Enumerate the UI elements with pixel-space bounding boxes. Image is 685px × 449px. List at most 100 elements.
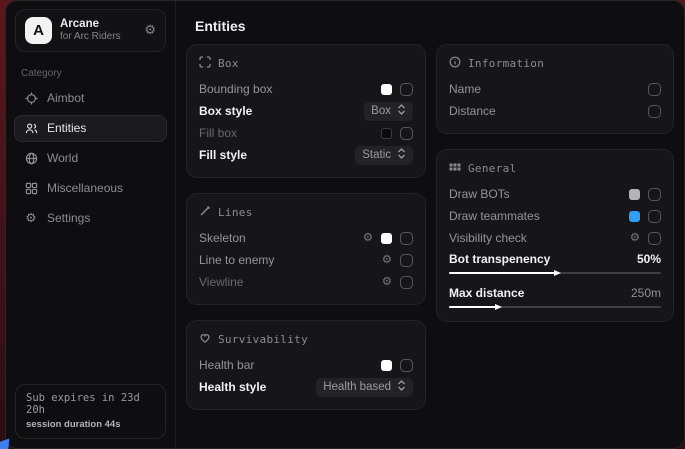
fill-box-checkbox[interactable] (400, 127, 413, 140)
category-label: Category (21, 68, 175, 79)
grid-icon (24, 181, 38, 195)
fill-box-row: Fill box (199, 122, 413, 144)
bot-transparency-row: Bot transpenency 50% (449, 249, 661, 268)
users-icon (24, 121, 38, 135)
gear-icon[interactable]: ⚙ (363, 232, 373, 244)
visibility-check-checkbox[interactable] (648, 232, 661, 245)
panel-title: Survivability (218, 333, 308, 346)
chevrons-up-down-icon (397, 104, 406, 118)
row-label: Viewline (199, 275, 243, 289)
sidebar-item-label: Aimbot (47, 91, 84, 105)
gear-icon: ⚙ (24, 211, 38, 225)
row-label: Skeleton (199, 231, 246, 245)
gear-icon[interactable]: ⚙ (630, 232, 640, 244)
gear-icon[interactable]: ⚙ (144, 23, 156, 38)
max-distance-row: Max distance 250m (449, 283, 661, 302)
sidebar: A Arcane for Arc Riders ⚙ Category Aimbo… (6, 1, 176, 448)
brand-subtitle: for Arc Riders (60, 31, 136, 44)
fill-style-row: Fill style Static (199, 144, 413, 166)
color-swatch[interactable] (381, 128, 392, 139)
row-label: Fill box (199, 126, 237, 140)
page-title: Entities (195, 18, 684, 34)
color-swatch[interactable] (381, 233, 392, 244)
globe-icon (24, 151, 38, 165)
sidebar-item-label: Miscellaneous (47, 181, 123, 195)
color-swatch[interactable] (629, 189, 640, 200)
max-distance-value: 250m (631, 286, 661, 300)
sidebar-item-settings[interactable]: ⚙ Settings (14, 205, 167, 232)
gear-icon[interactable]: ⚙ (382, 276, 392, 288)
health-bar-checkbox[interactable] (400, 359, 413, 372)
dots-grid-icon (449, 161, 461, 176)
chevrons-up-down-icon (397, 380, 406, 394)
sidebar-item-label: Settings (47, 211, 90, 225)
diagonal-line-icon (199, 205, 211, 220)
box-panel: Box Bounding box Box style Box (186, 44, 426, 178)
row-label: Health style (199, 380, 266, 394)
slider-handle[interactable] (554, 270, 561, 276)
crosshair-icon (24, 91, 38, 105)
heart-icon (199, 332, 211, 347)
fill-style-dropdown[interactable]: Static (355, 146, 413, 165)
main-content: Entities Box Bounding box (176, 1, 684, 448)
sidebar-item-aimbot[interactable]: Aimbot (14, 85, 167, 112)
skeleton-checkbox[interactable] (400, 232, 413, 245)
color-swatch[interactable] (629, 211, 640, 222)
bounding-box-row: Bounding box (199, 78, 413, 100)
info-icon (449, 56, 461, 71)
brand-name: Arcane (60, 17, 136, 31)
health-style-dropdown[interactable]: Health based (316, 378, 413, 397)
bot-transparency-slider[interactable] (449, 272, 661, 274)
draw-bots-checkbox[interactable] (648, 188, 661, 201)
bounding-box-checkbox[interactable] (400, 83, 413, 96)
color-swatch[interactable] (381, 84, 392, 95)
box-corners-icon (199, 56, 211, 71)
row-label: Health bar (199, 358, 254, 372)
subscription-status-card: Sub expires in 23d 20h session duration … (15, 384, 166, 439)
panel-title: General (468, 162, 516, 175)
arcane-menu-window: A Arcane for Arc Riders ⚙ Category Aimbo… (5, 0, 685, 449)
sidebar-item-world[interactable]: World (14, 145, 167, 172)
brand-card: A Arcane for Arc Riders ⚙ (15, 9, 166, 52)
survivability-panel: Survivability Health bar Health style He… (186, 320, 426, 410)
row-label: Draw BOTs (449, 187, 510, 201)
distance-row: Distance (449, 100, 661, 122)
gear-icon[interactable]: ⚙ (382, 254, 392, 266)
draw-teammates-row: Draw teammates (449, 205, 661, 227)
viewline-row: Viewline ⚙ (199, 271, 413, 293)
line-to-enemy-checkbox[interactable] (400, 254, 413, 267)
row-label: Box style (199, 104, 252, 118)
information-panel: Information Name Distance (436, 44, 674, 134)
general-panel: General Draw BOTs Draw teammates (436, 149, 674, 322)
health-bar-row: Health bar (199, 354, 413, 376)
sidebar-nav: Aimbot Entities World Miscellaneous (6, 83, 175, 233)
viewline-checkbox[interactable] (400, 276, 413, 289)
health-style-row: Health style Health based (199, 376, 413, 398)
skeleton-row: Skeleton ⚙ (199, 227, 413, 249)
draw-teammates-checkbox[interactable] (648, 210, 661, 223)
row-label: Max distance (449, 286, 524, 300)
panel-title: Information (468, 57, 544, 70)
bot-transparency-value: 50% (637, 252, 661, 266)
sidebar-item-miscellaneous[interactable]: Miscellaneous (14, 175, 167, 202)
visibility-check-row: Visibility check ⚙ (449, 227, 661, 249)
name-checkbox[interactable] (648, 83, 661, 96)
color-swatch[interactable] (381, 360, 392, 371)
row-label: Visibility check (449, 231, 527, 245)
chevrons-up-down-icon (397, 148, 406, 162)
brand-logo: A (25, 17, 52, 44)
row-label: Name (449, 82, 481, 96)
slider-handle[interactable] (495, 304, 502, 310)
line-to-enemy-row: Line to enemy ⚙ (199, 249, 413, 271)
session-duration-text: session duration 44s (26, 419, 155, 430)
name-row: Name (449, 78, 661, 100)
sub-expiry-text: Sub expires in 23d 20h (26, 392, 155, 416)
box-style-row: Box style Box (199, 100, 413, 122)
panel-title: Box (218, 57, 239, 70)
box-style-dropdown[interactable]: Box (364, 102, 413, 121)
max-distance-slider[interactable] (449, 306, 661, 308)
distance-checkbox[interactable] (648, 105, 661, 118)
sidebar-item-entities[interactable]: Entities (14, 115, 167, 142)
row-label: Bounding box (199, 82, 272, 96)
row-label: Distance (449, 104, 496, 118)
